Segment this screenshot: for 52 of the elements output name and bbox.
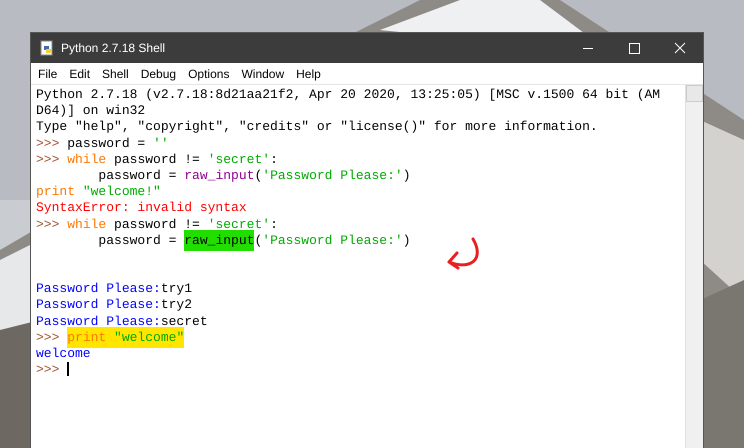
shell-prompt: >>> [36, 216, 60, 232]
code-text: D64)] on win32 [36, 103, 146, 118]
code-text: ) [402, 168, 411, 183]
output-text: Password Please: [36, 297, 161, 312]
window-title: Python 2.7.18 Shell [61, 41, 166, 55]
output-text: Password Please: [36, 281, 161, 296]
shell-prompt: >>> [36, 136, 60, 151]
shell-prompt: >>> [36, 152, 60, 167]
python-file-icon [39, 40, 55, 56]
text-cursor [67, 362, 70, 376]
highlighted-code: raw_input [184, 230, 254, 251]
menu-item[interactable]: Window [236, 66, 292, 80]
highlighted-code: print [67, 326, 114, 348]
menu-item[interactable]: Help [291, 66, 328, 80]
code-text: : [270, 216, 278, 232]
code-text: 'secret' [208, 152, 270, 167]
menu-item[interactable]: Options [183, 66, 236, 80]
code-text: try2 [160, 297, 192, 312]
output-text: Password Please: [36, 314, 161, 329]
code-text: Type "help", "copyright", "credits" or "license()" for more information. [36, 119, 598, 134]
code-text: 'secret' [208, 216, 270, 232]
code-text: Python 2.7.18 (v2.7.18:8d21aa21f2, Apr 20 2020, 13:25:05) [MSC v.1500 64 bit (AM [36, 87, 660, 102]
menu-item[interactable]: File [33, 66, 64, 80]
highlighted-code: "welcome" [114, 326, 184, 348]
code-text: password = [97, 232, 178, 248]
code-text: password != [113, 152, 201, 167]
code-text: password = [67, 136, 146, 151]
scrollbar[interactable] [685, 85, 703, 448]
code-text: while [67, 216, 106, 232]
code-text: ) [402, 232, 411, 248]
menu-item[interactable]: Shell [97, 66, 136, 80]
menu-item[interactable]: Debug [136, 66, 184, 80]
scroll-up-icon[interactable] [686, 85, 703, 102]
code-text: '' [153, 136, 169, 151]
code-text: ( [254, 168, 262, 183]
code-text: : [270, 152, 278, 167]
code-text: while [67, 152, 106, 167]
error-text: SyntaxError: invalid syntax [36, 200, 247, 216]
code-text: print [36, 184, 76, 200]
code-text: ( [254, 232, 262, 248]
menu-item[interactable]: Edit [64, 66, 98, 80]
shell-prompt: >>> [36, 330, 60, 345]
code-text: 'Password Please:' [262, 232, 403, 248]
code-text: raw_input [184, 168, 254, 183]
code-text: "welcome!" [82, 184, 161, 200]
output-text: welcome [36, 346, 91, 361]
code-text: 'Password Please:' [262, 168, 403, 183]
code-text: secret [160, 314, 208, 329]
code-text: try1 [160, 281, 192, 296]
code-text: password = [97, 168, 178, 183]
code-text: password != [113, 216, 201, 232]
shell-prompt: >>> [36, 362, 60, 378]
